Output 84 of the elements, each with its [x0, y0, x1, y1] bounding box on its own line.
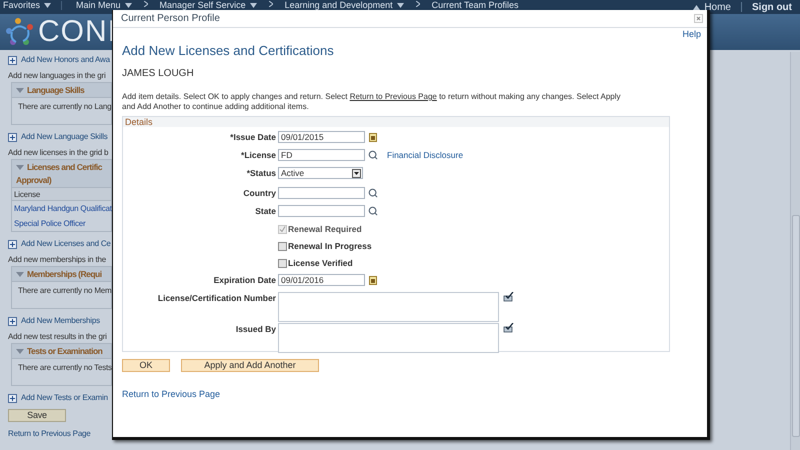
add-link[interactable]: Add New Tests or Examin: [21, 392, 108, 404]
field-label: *Issue Date: [229, 131, 276, 144]
return-link[interactable]: Return to Previous Page: [122, 388, 220, 402]
add-link[interactable]: Add New Honors and Awa: [21, 54, 110, 66]
date-field[interactable]: 09/01/2015: [278, 131, 365, 143]
plus-icon[interactable]: [8, 56, 17, 64]
plus-icon[interactable]: [8, 394, 17, 402]
ok-button[interactable]: OK: [122, 359, 170, 372]
dialog-title: Current Person Profile: [121, 12, 220, 26]
status-dropdown[interactable]: Active: [278, 167, 363, 179]
scrollbar[interactable]: [790, 52, 800, 450]
details-legend: Details: [123, 117, 669, 127]
scrollbar-thumb[interactable]: [792, 215, 800, 437]
column-header: License: [12, 188, 111, 201]
add-link[interactable]: Add New Licenses and Ce: [21, 238, 111, 250]
save-button[interactable]: Save: [8, 409, 66, 422]
sign-out-link[interactable]: Sign out: [752, 0, 792, 14]
add-link[interactable]: Add New Language Skills: [21, 131, 108, 143]
field-label: Country: [242, 187, 276, 200]
empty-message: There are currently no Tests: [18, 363, 112, 372]
hint-text: Add new test results in the gri: [8, 332, 107, 341]
hint-text: Add new languages in the gri: [8, 71, 106, 80]
home-link[interactable]: Home: [704, 0, 731, 14]
collapse-icon[interactable]: [16, 349, 24, 355]
checkbox[interactable]: [278, 242, 287, 251]
calendar-icon[interactable]: [369, 132, 377, 142]
page-heading: Add New Licenses and Certifications: [122, 43, 334, 58]
checkbox-label: License Verified: [288, 257, 353, 270]
group-title: Tests or Examination: [27, 345, 102, 358]
search-icon[interactable]: [368, 188, 378, 198]
field-label: State: [254, 205, 276, 218]
instructions-text: Add item details. Select OK to apply changes and return. Select Return to Previous Page to return without making any changes. Select Apply and Add Another to continue adding additional items.: [122, 92, 622, 112]
logo-icon: [4, 17, 36, 47]
search-icon[interactable]: [368, 206, 378, 216]
logo-text: CONI: [38, 17, 117, 47]
nav-menu-item[interactable]: Main Menu: [76, 1, 121, 10]
add-link[interactable]: Add New Memberships: [21, 315, 100, 327]
license-link[interactable]: Maryland Handgun Qualificati: [14, 204, 114, 213]
empty-message: There are currently no Lang: [18, 102, 112, 111]
dropdown-arrow-icon: [352, 168, 361, 178]
plus-icon[interactable]: [8, 240, 17, 248]
help-link[interactable]: Help: [682, 29, 701, 39]
field-label: *Status: [246, 167, 276, 180]
nav-menu-item[interactable]: Current Team Profiles: [432, 1, 519, 10]
calendar-icon[interactable]: [369, 276, 377, 284]
license-link[interactable]: Special Police Officer: [14, 219, 86, 228]
group-title: Language Skills: [27, 84, 84, 97]
checkbox-label: Renewal In Progress: [288, 240, 372, 253]
hint-text: Add new licenses in the grid b: [8, 148, 108, 157]
close-icon[interactable]: [694, 14, 703, 23]
field-label: *License: [240, 149, 276, 162]
group-title: Licenses and Certific: [27, 161, 102, 174]
apply-button[interactable]: Apply and Add Another: [181, 359, 319, 372]
spell-check-icon[interactable]: [503, 292, 514, 302]
nav-menu-item[interactable]: Manager Self Service: [160, 1, 246, 10]
person-name: JAMES LOUGH: [122, 68, 194, 80]
chevron-icon: [416, 1, 420, 7]
lookup-field[interactable]: [278, 187, 365, 199]
lookup-field[interactable]: FD: [278, 149, 365, 162]
return-link[interactable]: Return to Previous Page: [8, 428, 91, 440]
field-label: License/Certification Number: [156, 292, 276, 305]
group-title: Memberships (Requi: [27, 268, 102, 281]
nav-menu-item[interactable]: Favorites: [3, 1, 40, 10]
collapse-icon[interactable]: [16, 165, 24, 171]
lookup-description: Financial Disclosure: [387, 149, 464, 162]
hint-text: Add new memberships in the: [8, 255, 106, 264]
plus-icon[interactable]: [8, 132, 17, 142]
return-link[interactable]: Return to Previous Page: [350, 92, 437, 101]
search-icon[interactable]: [368, 150, 378, 160]
field-label: Expiration Date: [212, 274, 276, 287]
spell-check-icon[interactable]: [503, 323, 514, 333]
checkbox-label: Renewal Required: [288, 223, 362, 236]
empty-message: There are currently no Mem: [18, 286, 112, 295]
nav-menu-item[interactable]: Learning and Development: [284, 1, 393, 10]
lookup-field[interactable]: [278, 205, 365, 217]
collapse-icon[interactable]: [16, 88, 24, 94]
collapse-icon[interactable]: [16, 272, 24, 278]
checkbox[interactable]: [278, 258, 287, 268]
plus-icon[interactable]: [8, 316, 17, 326]
date-field[interactable]: 09/01/2016: [278, 274, 365, 286]
chevron-icon: [268, 1, 273, 7]
group-title: Approval): [16, 174, 52, 187]
field-label: Issued By: [234, 323, 276, 336]
chevron-icon: [144, 1, 148, 7]
